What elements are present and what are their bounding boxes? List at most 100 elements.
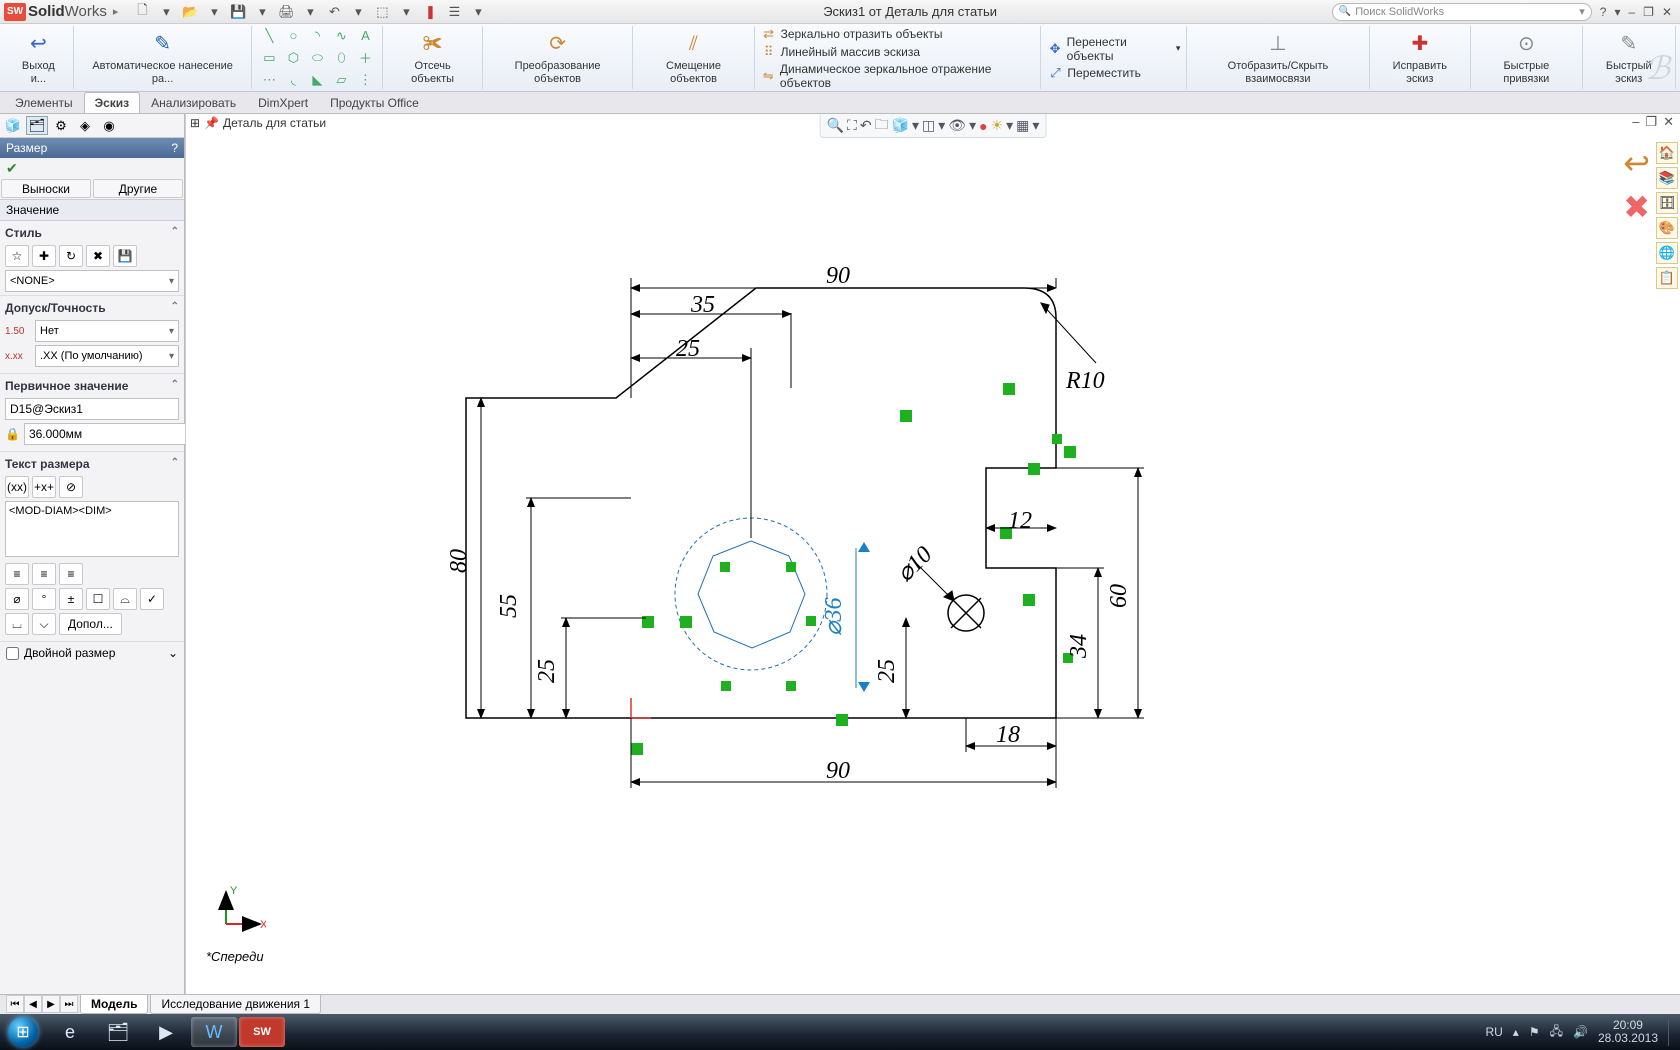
tab-dimxpert[interactable]: DimXpert [247,92,319,113]
library-icon[interactable]: 📚 [1656,167,1678,189]
drop-icon[interactable]: ▾ [252,3,272,21]
justify-center-icon[interactable]: ≡ [32,563,56,585]
zoom-area-icon[interactable]: ⛶ [847,117,857,134]
tray-lang[interactable]: RU [1485,1025,1502,1039]
dim-35[interactable]: 35 [690,292,715,318]
rect-icon[interactable]: ▭ [258,48,280,68]
rebuild-icon[interactable]: ❚ [420,3,440,21]
dim-55[interactable]: 55 [496,594,522,618]
trim-button[interactable]: ✀Отсечь объекты [389,30,475,84]
sketch-cancel-icon[interactable]: ✖ [1623,188,1650,226]
tray-vol-icon[interactable]: 🔊 [1573,1025,1588,1039]
justify-right-icon[interactable]: ≡ [59,563,83,585]
style-favorite-icon[interactable]: ☆ [5,245,29,267]
collapse-icon[interactable]: ⌃ [171,457,179,471]
appearance-icon[interactable]: ● [979,118,987,134]
drop-icon[interactable]: ▾ [1614,5,1620,19]
sym2-icon[interactable]: ° [32,588,56,610]
dim-25[interactable]: 25 [676,336,700,362]
arc-icon[interactable]: ◝ [306,26,328,46]
view-palette-icon[interactable]: 🎨 [1656,217,1678,239]
sym5-icon[interactable]: ⌓ [113,588,137,610]
section-icon[interactable]: 🗀 [875,114,889,138]
dim-r10[interactable]: R10 [1065,368,1105,394]
dim-80[interactable]: 80 [446,549,472,573]
tab-sketch[interactable]: Эскиз [84,92,141,113]
zoom-fit-icon[interactable]: 🔍 [827,117,844,134]
taskbar-ie[interactable]: e [47,1017,93,1047]
tab-next-icon[interactable]: ▶ [42,995,60,1013]
drop-icon[interactable]: ▾ [156,3,176,21]
dim-90-top[interactable]: 90 [826,263,850,289]
search-input[interactable]: Поиск SolidWorks▾ [1332,3,1592,21]
dim-18[interactable]: 18 [996,722,1020,748]
dim-60[interactable]: 60 [1106,584,1132,608]
move-entities-button[interactable]: ✥Перенести объекты▾ [1047,34,1180,64]
dimension-value-field[interactable] [24,423,189,445]
dimension-name-field[interactable] [5,398,179,420]
repair-sketch-button[interactable]: ✚Исправить эскиз [1376,30,1465,84]
lock-icon[interactable]: 🔒 [5,427,20,441]
tab-features[interactable]: Элементы [4,92,84,113]
resources-icon[interactable]: 🏠 [1656,142,1678,164]
expand-icon[interactable]: ▸ [113,5,119,18]
tray-flag-icon[interactable]: ⚑ [1529,1025,1540,1039]
dim-34[interactable]: 34 [1066,634,1092,659]
scene-icon[interactable]: ☀ [991,117,1004,134]
config-mgr-icon[interactable]: ⚙ [50,116,72,135]
circle-icon[interactable]: ○ [282,26,304,46]
start-button[interactable]: ⊞ [0,1014,46,1050]
slot-icon[interactable]: ⬭ [306,48,328,68]
max-icon[interactable]: ❐ [1645,114,1657,130]
line-icon[interactable]: ╲ [258,26,280,46]
mirror-button[interactable]: ⇄Зеркально отразить объекты [761,25,943,43]
breadcrumb[interactable]: ⊞📌Деталь для статьи [190,116,326,130]
tab-office[interactable]: Продукты Office [319,92,430,113]
tab-model[interactable]: Модель [80,995,148,1014]
dimension-text-area[interactable]: <MOD-DIAM><DIM> [5,501,179,557]
undo-icon[interactable]: ↶ [324,3,344,21]
exit-sketch-button[interactable]: ↩Выход и... [10,30,67,84]
options-icon[interactable]: ☰ [444,3,464,21]
sketch-exit-icon[interactable]: ↩ [1623,144,1650,182]
prev-view-icon[interactable]: ↶ [860,117,872,134]
ellipse-icon[interactable]: ⬯ [330,48,352,68]
drop-icon[interactable]: ▾ [348,3,368,21]
drop-icon[interactable]: ▾ [300,3,320,21]
save-icon[interactable]: 💾 [228,3,248,21]
sym3-icon[interactable]: ± [59,588,83,610]
close-icon[interactable]: ✕ [1663,114,1674,130]
chamfer-icon[interactable]: ◣ [306,70,328,90]
move-button[interactable]: ⤢Переместить [1047,64,1141,82]
render-icon[interactable]: ▦ [1016,117,1029,134]
tab-motion[interactable]: Исследование движения 1 [150,995,321,1014]
convert-button[interactable]: ⟳Преобразование объектов [489,30,627,84]
centerline-icon[interactable]: ⋯ [258,70,280,90]
taskbar-media[interactable]: ▶ [143,1017,189,1047]
offset-button[interactable]: ⫽Смещение объектов [639,30,747,84]
dynamic-mirror-button[interactable]: ⇋Динамическое зеркальное отражение объек… [761,61,1035,91]
style-update-icon[interactable]: ↻ [59,245,83,267]
restore-icon[interactable]: ❐ [1643,5,1654,19]
precision-select[interactable]: .XX (По умолчанию) [35,345,179,367]
feature-tree-icon[interactable]: 🧊 [2,116,24,135]
quick-snaps-button[interactable]: ⊙Быстрые привязки [1477,30,1575,84]
style-delete-icon[interactable]: ✖ [86,245,110,267]
style-select[interactable]: <NONE> [5,270,179,292]
explorer-icon[interactable]: 🗄 [1656,192,1678,214]
view-orient-icon[interactable]: 🧊 [892,117,909,134]
hide-show-icon[interactable]: 👁 [948,117,966,134]
more-icon[interactable]: ⋮ [354,70,376,90]
show-desktop[interactable] [1668,1018,1676,1046]
dim-12[interactable]: 12 [1008,508,1032,534]
style-save-icon[interactable]: 💾 [113,245,137,267]
poly-icon[interactable]: ⬡ [282,48,304,68]
collapse-icon[interactable]: ⌃ [171,226,179,240]
style-add-icon[interactable]: ✚ [32,245,56,267]
collapse-icon[interactable]: ⌃ [171,301,179,315]
sym4-icon[interactable]: ☐ [86,588,110,610]
point-icon[interactable]: ＋ [354,48,376,68]
more-symbols-button[interactable]: Допол... [59,613,122,635]
taskbar-solidworks[interactable]: SW [239,1017,285,1047]
dim-25a[interactable]: 25 [534,659,560,683]
